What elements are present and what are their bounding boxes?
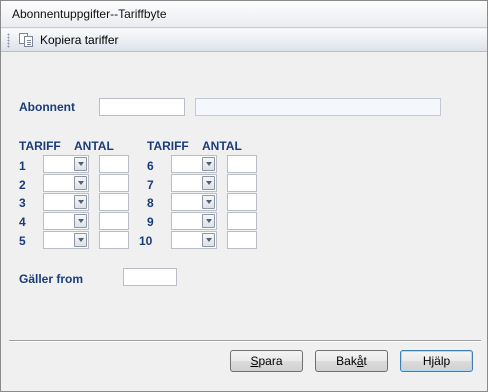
tariff-select[interactable]	[171, 193, 217, 211]
window-title: Abonnentuppgifter--Tariffbyte	[12, 7, 167, 21]
antal-header-left: ANTAL	[74, 139, 114, 153]
valid-from-input[interactable]	[123, 268, 177, 286]
toolbar-grip[interactable]	[7, 33, 10, 48]
antal-input[interactable]	[227, 155, 257, 173]
tariff-select[interactable]	[43, 174, 89, 192]
row-number: 8	[147, 196, 154, 210]
toolbar: Kopiera tariffer	[1, 29, 487, 52]
antal-input[interactable]	[227, 193, 257, 211]
antal-input[interactable]	[227, 174, 257, 192]
title-bar: Abonnentuppgifter--Tariffbyte	[1, 1, 487, 28]
tariff-change-window: Abonnentuppgifter--Tariffbyte Kopiera ta…	[0, 0, 488, 392]
row-number: 9	[147, 215, 154, 229]
antal-header-right: ANTAL	[202, 139, 242, 153]
save-button[interactable]: Spara	[230, 350, 303, 372]
tariff-header-left: TARIFF	[19, 139, 61, 153]
tariff-select[interactable]	[171, 174, 217, 192]
tariff-select[interactable]	[43, 193, 89, 211]
row-number: 4	[19, 215, 26, 229]
tariff-select[interactable]	[171, 155, 217, 173]
row-number: 10	[139, 234, 153, 248]
footer-divider	[9, 340, 481, 342]
row-number: 3	[19, 196, 26, 210]
chevron-down-icon[interactable]	[202, 195, 215, 209]
chevron-down-icon[interactable]	[74, 214, 87, 228]
antal-input[interactable]	[227, 212, 257, 230]
abonnent-label: Abonnent	[19, 100, 75, 114]
row-number: 2	[19, 178, 26, 192]
chevron-down-icon[interactable]	[74, 233, 87, 247]
tariff-select[interactable]	[43, 212, 89, 230]
tariff-select[interactable]	[43, 155, 89, 173]
antal-input[interactable]	[99, 174, 129, 192]
chevron-down-icon[interactable]	[202, 176, 215, 190]
abonnent-name-field	[195, 98, 441, 116]
tariff-header-right: TARIFF	[147, 139, 189, 153]
tariff-select[interactable]	[171, 231, 217, 249]
row-number: 5	[19, 234, 26, 248]
antal-input[interactable]	[227, 231, 257, 249]
back-button[interactable]: Bak å t	[315, 350, 388, 372]
copy-tariffs-button[interactable]: Kopiera tariffer	[15, 30, 122, 50]
chevron-down-icon[interactable]	[202, 214, 215, 228]
antal-input[interactable]	[99, 193, 129, 211]
row-number: 1	[19, 159, 26, 173]
antal-input[interactable]	[99, 155, 129, 173]
chevron-down-icon[interactable]	[202, 157, 215, 171]
chevron-down-icon[interactable]	[74, 157, 87, 171]
row-number: 7	[147, 178, 154, 192]
copy-pages-icon	[18, 32, 36, 48]
chevron-down-icon[interactable]	[74, 176, 87, 190]
tariff-select[interactable]	[43, 231, 89, 249]
chevron-down-icon[interactable]	[74, 195, 87, 209]
antal-input[interactable]	[99, 212, 129, 230]
copy-tariffs-label: Kopiera tariffer	[40, 33, 119, 47]
row-number: 6	[147, 159, 154, 173]
abonnent-number-input[interactable]	[99, 98, 185, 116]
valid-from-label: Gäller from	[19, 272, 84, 286]
help-button[interactable]: Hj älp	[400, 350, 473, 372]
tariff-select[interactable]	[171, 212, 217, 230]
chevron-down-icon[interactable]	[202, 233, 215, 247]
antal-input[interactable]	[99, 231, 129, 249]
